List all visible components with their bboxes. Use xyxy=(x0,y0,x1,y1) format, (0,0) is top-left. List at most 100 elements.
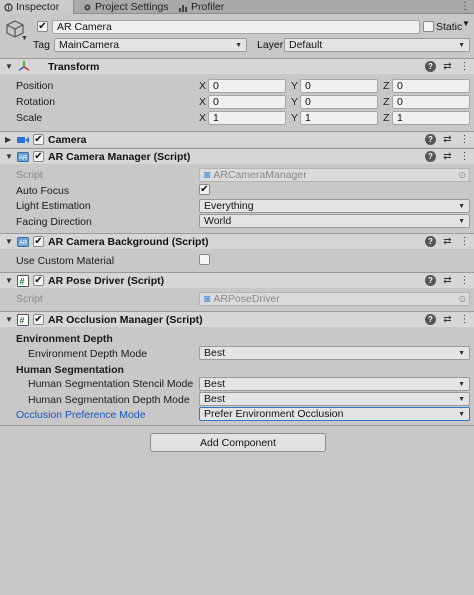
object-picker-icon[interactable]: ⊙ xyxy=(458,294,466,305)
foldout-arrow-icon[interactable]: ▼ xyxy=(5,237,13,246)
help-icon[interactable]: ? xyxy=(425,151,436,162)
help-icon[interactable]: ? xyxy=(425,314,436,325)
static-dropdown-caret-icon[interactable]: ▼ xyxy=(462,19,470,28)
preset-sliders-icon[interactable]: ⇄ xyxy=(442,61,453,72)
y-axis-label[interactable]: Y xyxy=(291,80,298,92)
context-menu-icon[interactable]: ⋮ xyxy=(459,236,470,247)
ar-camera-background-title: AR Camera Background (Script) xyxy=(48,235,209,248)
light-estimation-label: Light Estimation xyxy=(16,200,91,212)
rotation-x-field[interactable]: 0 xyxy=(208,95,286,109)
ar-camera-background-enabled-checkbox[interactable]: ✔ xyxy=(33,236,44,247)
human-segmentation-depth-label: Human Segmentation Depth Mode xyxy=(28,394,190,406)
rotation-z-field[interactable]: 0 xyxy=(392,95,470,109)
position-z-field[interactable]: 0 xyxy=(392,79,470,93)
x-axis-label[interactable]: X xyxy=(199,96,206,108)
human-segmentation-header: Human Segmentation xyxy=(16,364,124,376)
chevron-down-icon: ▼ xyxy=(458,202,465,210)
auto-focus-checkbox[interactable]: ✔ xyxy=(199,184,210,195)
context-menu-icon[interactable]: ⋮ xyxy=(459,275,470,286)
foldout-arrow-icon[interactable]: ▼ xyxy=(5,152,13,161)
context-menu-icon[interactable]: ⋮ xyxy=(459,61,470,72)
layer-value: Default xyxy=(289,39,323,51)
preset-sliders-icon[interactable]: ⇄ xyxy=(442,151,453,162)
object-name-field[interactable]: AR Camera xyxy=(52,20,420,34)
static-checkbox[interactable] xyxy=(423,21,434,32)
preset-sliders-icon[interactable]: ⇄ xyxy=(442,275,453,286)
help-icon[interactable]: ? xyxy=(425,236,436,247)
icon-dropdown-caret-icon[interactable]: ▼ xyxy=(21,35,28,42)
help-icon[interactable]: ? xyxy=(425,61,436,72)
field-value: 0 xyxy=(305,96,311,108)
human-segmentation-depth-dropdown[interactable]: Best ▼ xyxy=(199,392,470,406)
foldout-collapsed-icon[interactable]: ▶ xyxy=(5,135,11,144)
light-estimation-dropdown[interactable]: Everything ▼ xyxy=(199,199,470,213)
camera-icon xyxy=(17,134,29,146)
object-picker-icon[interactable]: ⊙ xyxy=(458,170,466,181)
ar-pose-driver-enabled-checkbox[interactable]: ✔ xyxy=(33,275,44,286)
scale-x-field[interactable]: 1 xyxy=(208,111,286,125)
preset-sliders-icon[interactable]: ⇄ xyxy=(442,236,453,247)
add-component-button[interactable]: Add Component xyxy=(150,433,326,452)
chevron-down-icon: ▼ xyxy=(458,380,465,388)
preset-sliders-icon[interactable]: ⇄ xyxy=(442,134,453,145)
dropdown-value: Everything xyxy=(204,200,254,212)
foldout-arrow-icon[interactable]: ▼ xyxy=(5,62,13,71)
human-segmentation-stencil-label: Human Segmentation Stencil Mode xyxy=(28,378,194,390)
foldout-arrow-icon[interactable]: ▼ xyxy=(5,276,13,285)
rotation-y-field[interactable]: 0 xyxy=(300,95,378,109)
x-axis-label[interactable]: X xyxy=(199,112,206,124)
chevron-down-icon: ▼ xyxy=(458,217,465,225)
facing-direction-dropdown[interactable]: World ▼ xyxy=(199,214,470,228)
field-value: 0 xyxy=(305,80,311,92)
tab-profiler[interactable]: Profiler xyxy=(175,0,228,14)
tag-dropdown[interactable]: MainCamera ▼ xyxy=(54,38,247,52)
context-menu-icon[interactable]: ⋮ xyxy=(459,151,470,162)
use-custom-material-checkbox[interactable] xyxy=(199,254,210,265)
layer-dropdown[interactable]: Default ▼ xyxy=(284,38,470,52)
ar-camera-manager-enabled-checkbox[interactable]: ✔ xyxy=(33,151,44,162)
environment-depth-mode-dropdown[interactable]: Best ▼ xyxy=(199,346,470,360)
transform-header[interactable]: ▼ Transform ? ⇄ ⋮ xyxy=(0,58,474,74)
camera-enabled-checkbox[interactable]: ✔ xyxy=(33,134,44,145)
use-custom-material-label: Use Custom Material xyxy=(16,255,115,267)
z-axis-label[interactable]: Z xyxy=(383,112,389,124)
camera-header[interactable]: ▶ ✔ Camera ? ⇄ ⋮ xyxy=(0,131,474,147)
scale-label: Scale xyxy=(16,112,43,124)
tab-project-settings[interactable]: Project Settings xyxy=(79,0,173,14)
help-icon[interactable]: ? xyxy=(425,275,436,286)
y-axis-label[interactable]: Y xyxy=(291,112,298,124)
x-axis-label[interactable]: X xyxy=(199,80,206,92)
facing-direction-label: Facing Direction xyxy=(16,216,92,228)
context-menu-icon[interactable]: ⋮ xyxy=(459,314,470,325)
human-segmentation-stencil-dropdown[interactable]: Best ▼ xyxy=(199,377,470,391)
ar-pose-driver-header[interactable]: ▼ # ✔ AR Pose Driver (Script) ? ⇄ ⋮ xyxy=(0,272,474,288)
foldout-arrow-icon[interactable]: ▼ xyxy=(5,315,13,324)
field-value: 1 xyxy=(305,112,311,124)
tab-inspector[interactable]: Inspector xyxy=(0,0,74,14)
z-axis-label[interactable]: Z xyxy=(383,96,389,108)
occlusion-preference-dropdown[interactable]: Prefer Environment Occlusion ▼ xyxy=(199,407,470,421)
ar-occlusion-manager-title: AR Occlusion Manager (Script) xyxy=(48,313,203,326)
position-y-field[interactable]: 0 xyxy=(300,79,378,93)
active-checkbox[interactable]: ✔ xyxy=(37,21,48,32)
y-axis-label[interactable]: Y xyxy=(291,96,298,108)
tab-menu-icon[interactable]: ⋮ xyxy=(460,1,470,12)
dropdown-value: Best xyxy=(204,378,226,390)
ar-camera-background-header[interactable]: ▼ AR ✔ AR Camera Background (Script) ? ⇄… xyxy=(0,233,474,249)
ar-occlusion-manager-header[interactable]: ▼ # ✔ AR Occlusion Manager (Script) ? ⇄ … xyxy=(0,311,474,327)
context-menu-icon[interactable]: ⋮ xyxy=(459,134,470,145)
inspector-icon xyxy=(4,2,13,12)
script-label: Script xyxy=(16,169,43,181)
ar-camera-manager-header[interactable]: ▼ AR ✔ AR Camera Manager (Script) ? ⇄ ⋮ xyxy=(0,148,474,164)
ar-occlusion-manager-enabled-checkbox[interactable]: ✔ xyxy=(33,314,44,325)
help-icon[interactable]: ? xyxy=(425,134,436,145)
preset-sliders-icon[interactable]: ⇄ xyxy=(442,314,453,325)
scale-y-field[interactable]: 1 xyxy=(300,111,378,125)
scale-z-field[interactable]: 1 xyxy=(392,111,470,125)
camera-title: Camera xyxy=(48,133,87,146)
z-axis-label[interactable]: Z xyxy=(383,80,389,92)
position-x-field[interactable]: 0 xyxy=(208,79,286,93)
transform-title: Transform xyxy=(48,60,100,73)
csharp-script-icon: # xyxy=(17,314,29,326)
dropdown-value: Best xyxy=(204,347,226,359)
